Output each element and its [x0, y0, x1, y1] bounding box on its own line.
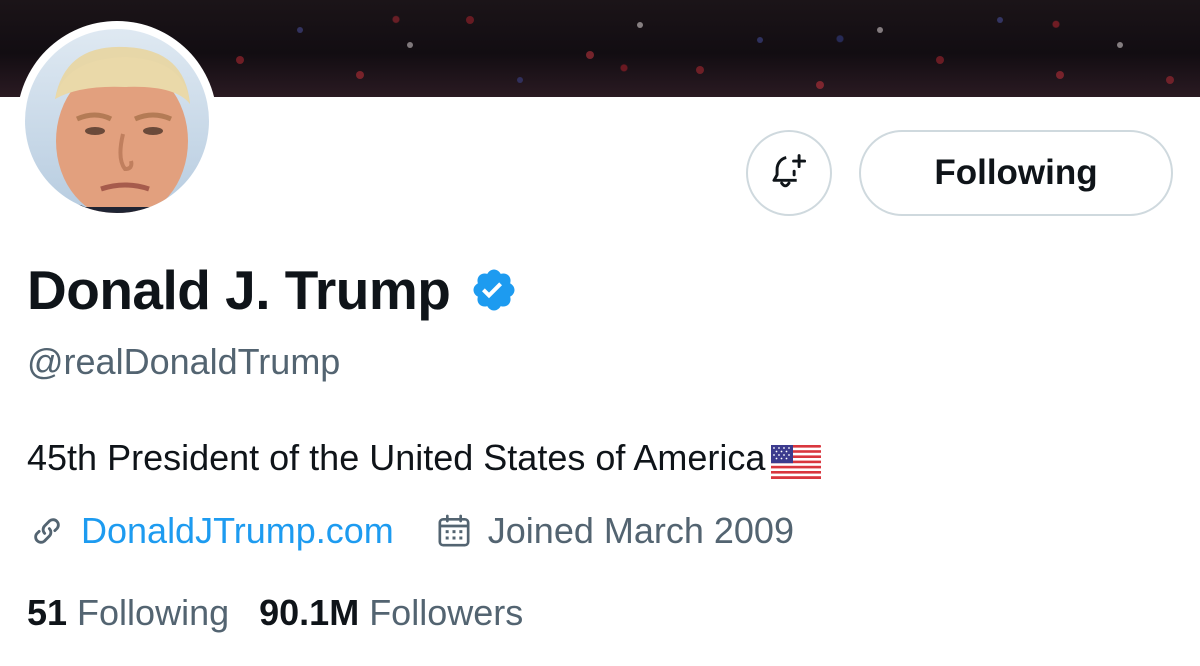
calendar-icon [434, 511, 474, 551]
display-name: Donald J. Trump [27, 259, 451, 321]
name-row: Donald J. Trump [27, 252, 518, 328]
verified-badge-icon[interactable] [470, 266, 518, 314]
joined-text: Joined March 2009 [487, 510, 794, 551]
profile-meta: DonaldJTrump.com Joined March 2009 [27, 505, 794, 557]
bell-plus-icon [772, 154, 807, 188]
followers-count: 90.1M [259, 592, 360, 633]
user-handle: @realDonaldTrump [27, 341, 341, 382]
link-icon [27, 511, 67, 551]
following-button[interactable]: Following [859, 130, 1173, 216]
notify-bell-button[interactable] [746, 130, 832, 216]
website-link[interactable]: DonaldJTrump.com [81, 505, 394, 557]
followers-label: Followers [369, 592, 524, 633]
following-stat-link[interactable]: 51 Following [27, 587, 229, 639]
us-flag-icon [771, 441, 822, 479]
following-count: 51 [27, 592, 68, 633]
profile-avatar[interactable] [17, 21, 217, 221]
bio-text: 45th President of the United States of A… [27, 432, 822, 484]
joined-date: Joined March 2009 [434, 505, 794, 557]
followers-stat-link[interactable]: 90.1M Followers [259, 587, 523, 639]
avatar-photo [25, 29, 209, 213]
following-label: Following [77, 592, 230, 633]
bio-content: 45th President of the United States of A… [27, 437, 766, 478]
profile-stats: 51 Following 90.1M Followers [27, 587, 523, 639]
